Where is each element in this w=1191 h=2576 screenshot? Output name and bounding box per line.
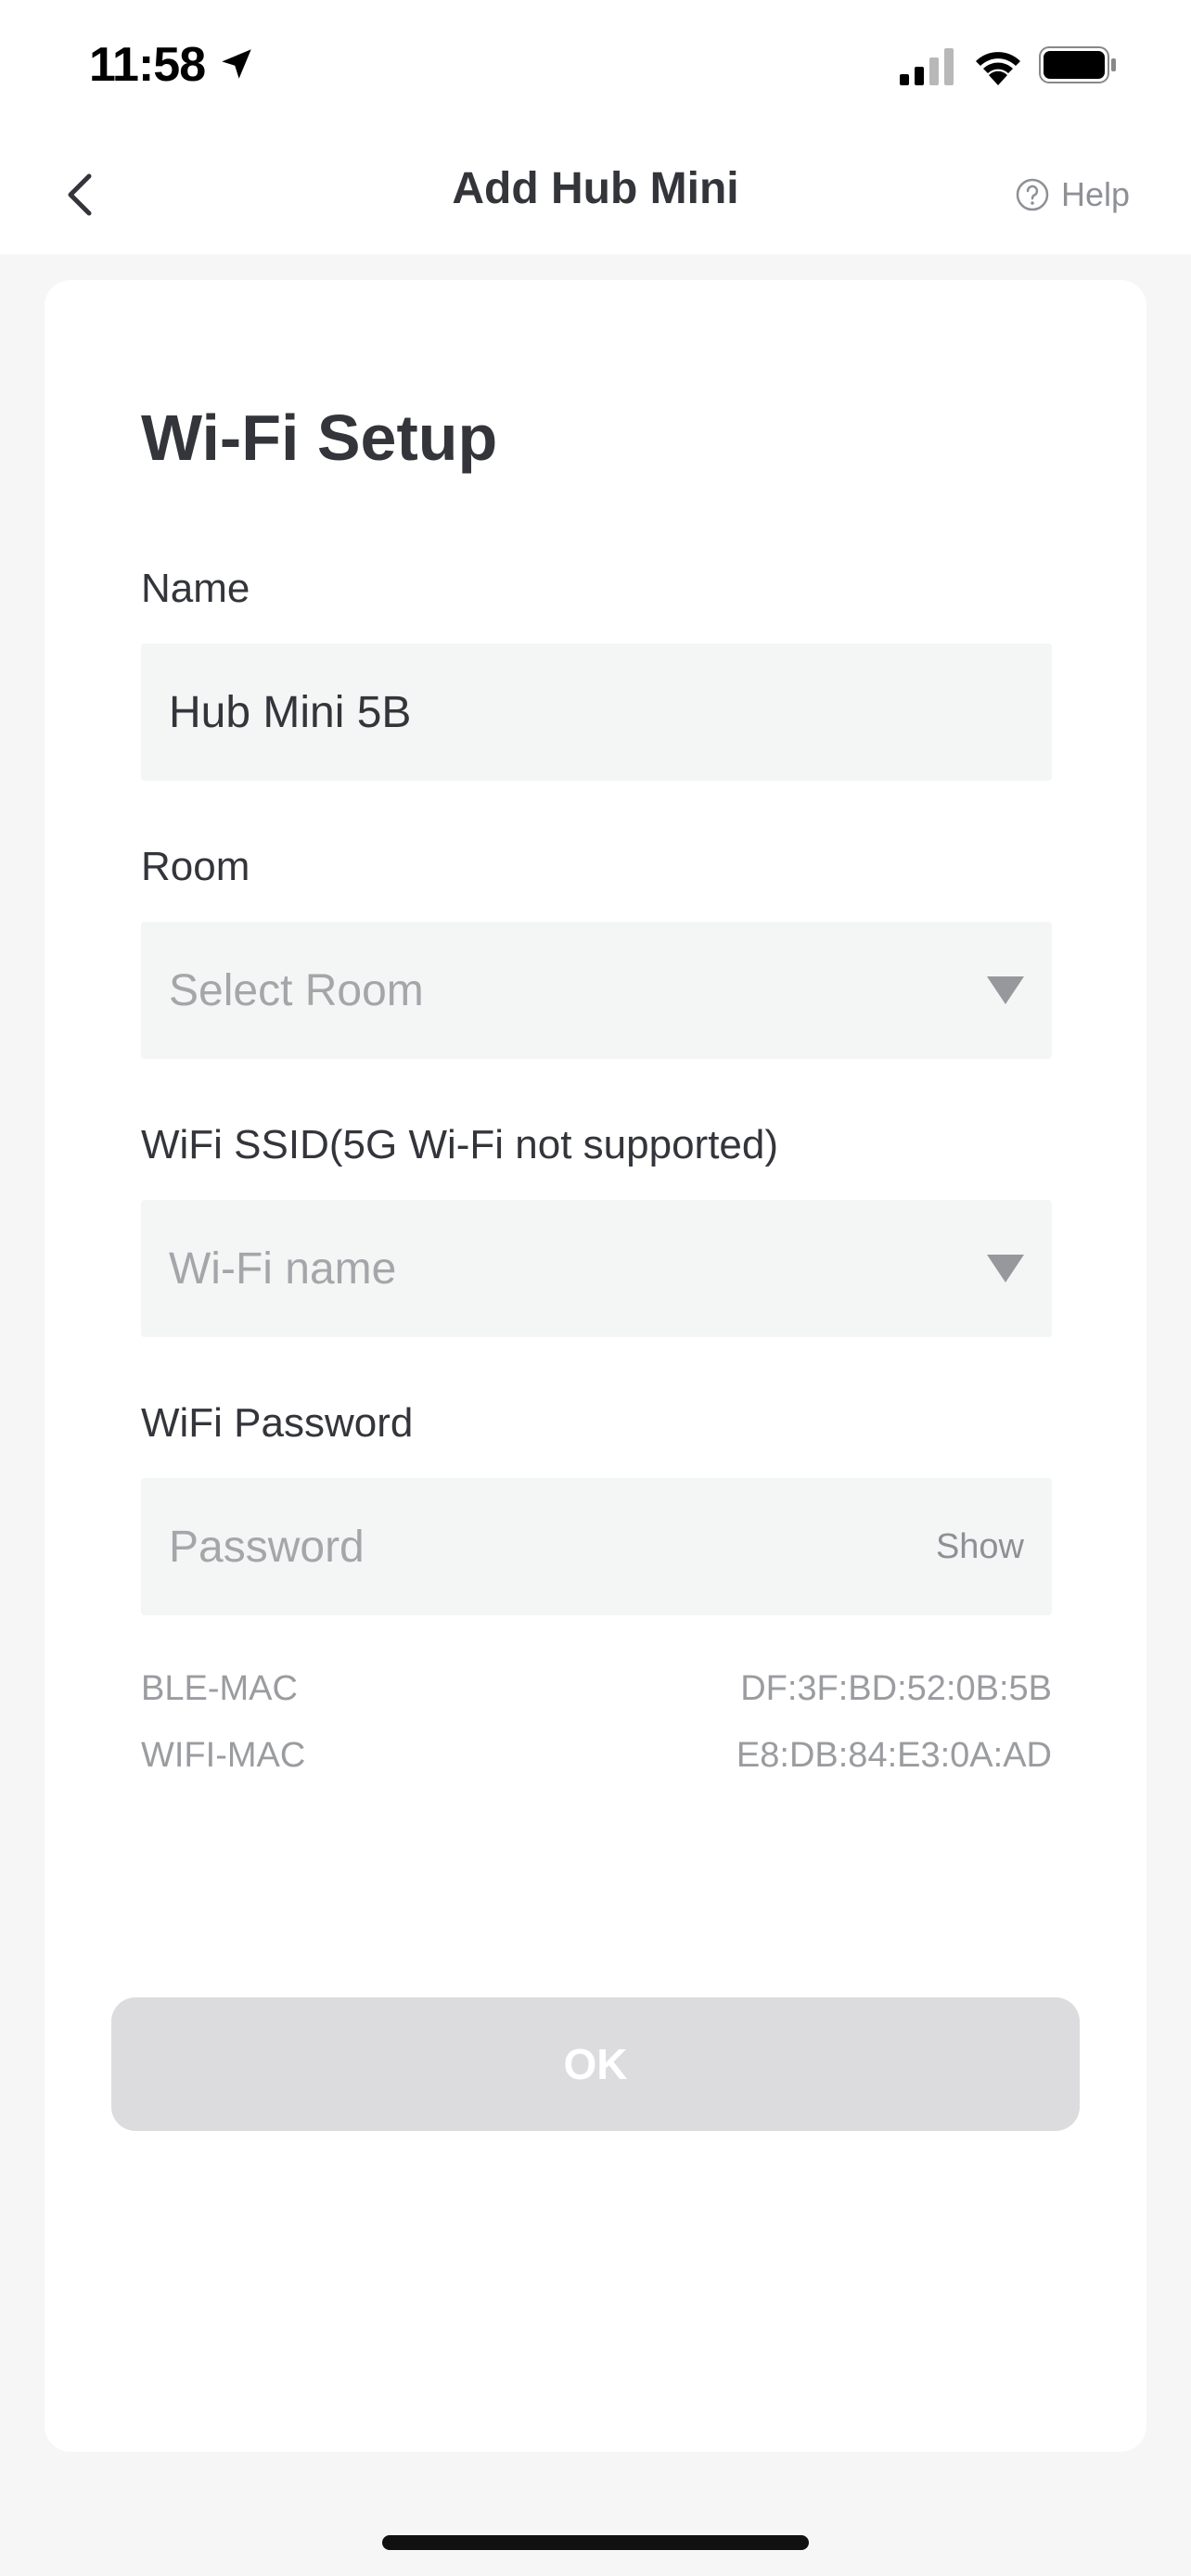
location-arrow-icon [222, 49, 251, 79]
ble-mac-label: BLE-MAC [141, 1669, 298, 1708]
section-title: Wi-Fi Setup [141, 402, 498, 474]
page-title: Add Hub Mini [452, 164, 739, 213]
name-field[interactable]: Hub Mini 5B [141, 644, 1052, 781]
password-label: WiFi Password [141, 1400, 414, 1446]
password-field[interactable]: Show [141, 1478, 1052, 1615]
status-bar: 11:58 [0, 0, 1191, 135]
room-select[interactable]: Select Room [141, 922, 1052, 1059]
help-label: Help [1060, 175, 1130, 213]
name-label: Name [141, 566, 250, 611]
home-indicator [382, 2535, 809, 2550]
wifi-mac-value: E8:DB:84:E3:0A:AD [736, 1736, 1052, 1775]
ble-mac-value: DF:3F:BD:52:0B:5B [740, 1669, 1052, 1708]
wifi-mac-label: WIFI-MAC [141, 1736, 306, 1775]
status-time: 11:58 [89, 38, 206, 92]
question-circle-icon [1016, 178, 1049, 211]
wifi-mac-row: WIFI-MAC E8:DB:84:E3:0A:AD [141, 1736, 1052, 1776]
cellular-signal-icon [900, 48, 954, 85]
nav-bar: Add Hub Mini Help [0, 135, 1191, 254]
caret-down-icon [987, 976, 1024, 1004]
ssid-label: WiFi SSID(5G Wi-Fi not supported) [141, 1122, 779, 1167]
ssid-placeholder: Wi-Fi name [169, 1243, 397, 1294]
battery-icon [1039, 46, 1116, 83]
wifi-icon [976, 52, 1020, 85]
help-button[interactable]: Help [1015, 169, 1130, 221]
caret-down-icon [987, 1255, 1024, 1282]
room-label: Room [141, 844, 250, 889]
room-placeholder: Select Room [169, 965, 424, 1015]
ble-mac-row: BLE-MAC DF:3F:BD:52:0B:5B [141, 1669, 1052, 1709]
password-input[interactable] [169, 1521, 936, 1573]
name-value: Hub Mini 5B [169, 687, 412, 737]
wifi-setup-card: Wi-Fi Setup Name Hub Mini 5B Room Select… [45, 280, 1146, 2452]
ssid-select[interactable]: Wi-Fi name [141, 1200, 1052, 1337]
show-password-button[interactable]: Show [936, 1527, 1024, 1567]
ok-button[interactable]: OK [111, 1997, 1080, 2131]
